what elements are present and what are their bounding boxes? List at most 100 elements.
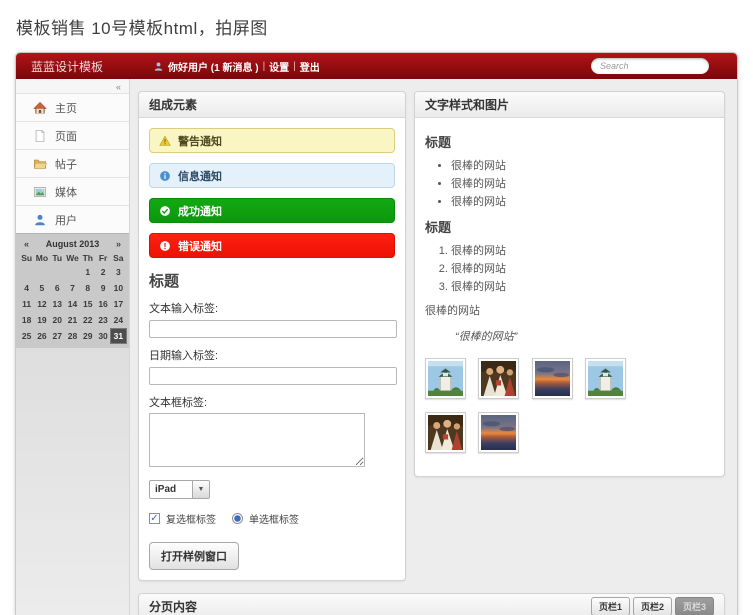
- calendar-day[interactable]: 1: [80, 265, 95, 279]
- calendar-day[interactable]: 7: [65, 281, 80, 295]
- calendar-day[interactable]: 11: [19, 297, 34, 311]
- logout-link[interactable]: 登出: [300, 59, 320, 74]
- posts-icon: [33, 157, 47, 171]
- calendar-day[interactable]: 25: [19, 329, 34, 343]
- success-icon: [159, 205, 171, 217]
- calendar-day[interactable]: 2: [95, 265, 110, 279]
- calendar-day[interactable]: 30: [95, 329, 110, 343]
- calendar-weekday: Fr: [95, 251, 110, 265]
- tab-button-1[interactable]: 页栏1: [591, 597, 630, 615]
- calendar-day[interactable]: 26: [34, 329, 49, 343]
- thumbnail-sunset-photo[interactable]: [478, 412, 519, 453]
- tab-button-3[interactable]: 页栏3: [675, 597, 714, 615]
- calendar-day: [34, 265, 49, 279]
- page-icon: [33, 129, 47, 143]
- calendar-day[interactable]: 18: [19, 313, 34, 327]
- form-heading: 标题: [149, 270, 395, 291]
- calendar-day[interactable]: 9: [95, 281, 110, 295]
- alert-label: 信息通知: [178, 168, 222, 184]
- calendar-day[interactable]: 10: [111, 281, 126, 295]
- media-icon: [33, 185, 47, 199]
- calendar-day[interactable]: 6: [50, 281, 65, 295]
- checkbox[interactable]: ✓: [149, 513, 160, 524]
- alert-label: 成功通知: [178, 203, 222, 219]
- radio-button[interactable]: [232, 513, 243, 524]
- alert-label: 警告通知: [178, 133, 222, 149]
- list-item: 很棒的网站: [451, 260, 714, 276]
- text-input[interactable]: [149, 320, 397, 338]
- divider: |: [263, 61, 266, 72]
- open-modal-button[interactable]: 打开样例窗口: [149, 542, 239, 570]
- sidebar-item-pages[interactable]: 页面: [16, 121, 129, 149]
- calendar-day[interactable]: 15: [80, 297, 95, 311]
- thumbnail-people-photo[interactable]: [425, 412, 466, 453]
- alert-label: 错误通知: [178, 238, 222, 254]
- calendar-weekday: Sa: [111, 251, 126, 265]
- calendar-day[interactable]: 5: [34, 281, 49, 295]
- info-icon: [159, 170, 171, 182]
- sidebar: « 主页 页面 帖子 媒体 用户: [16, 79, 130, 615]
- calendar-day[interactable]: 16: [95, 297, 110, 311]
- tab-set: 页栏1 页栏2 页栏3: [591, 597, 714, 615]
- calendar-weekday: Su: [19, 251, 34, 265]
- alert-warning[interactable]: 警告通知: [149, 128, 395, 153]
- calendar-day[interactable]: 3: [111, 265, 126, 279]
- calendar-day[interactable]: 31: [111, 329, 126, 343]
- calendar-day[interactable]: 27: [50, 329, 65, 343]
- calendar-next-button[interactable]: »: [116, 239, 121, 249]
- paragraph-text: 很棒的网站: [425, 302, 714, 318]
- date-input[interactable]: [149, 367, 397, 385]
- home-icon: [33, 101, 47, 115]
- calendar-day[interactable]: 4: [19, 281, 34, 295]
- calendar-prev-button[interactable]: «: [24, 239, 29, 249]
- textarea-field[interactable]: [149, 413, 365, 467]
- section-heading: 标题: [425, 132, 714, 151]
- calendar-day[interactable]: 19: [34, 313, 49, 327]
- sidebar-item-home[interactable]: 主页: [16, 93, 129, 121]
- thumbnail-sunset-photo[interactable]: [532, 358, 573, 399]
- alert-info[interactable]: 信息通知: [149, 163, 395, 188]
- calendar-day[interactable]: 23: [95, 313, 110, 327]
- sidebar-item-label: 用户: [55, 212, 77, 228]
- thumbnail-castle-photo[interactable]: [585, 358, 626, 399]
- alert-error[interactable]: 错误通知: [149, 233, 395, 258]
- calendar-grid: 1234567891011121314151617181920212223242…: [19, 265, 126, 343]
- warning-icon: [159, 135, 171, 147]
- list-item: 很棒的网站: [451, 278, 714, 294]
- sidebar-item-label: 主页: [55, 100, 77, 116]
- calendar-day[interactable]: 28: [65, 329, 80, 343]
- calendar-day[interactable]: 12: [34, 297, 49, 311]
- main-content: 组成元素 警告通知 信息通知 成功通知: [130, 79, 737, 615]
- panel-title: 组成元素: [149, 96, 197, 113]
- textarea-label: 文本框标签:: [149, 394, 395, 410]
- user-greeting-link[interactable]: 你好用户 (1 新消息 ): [168, 59, 259, 74]
- divider: |: [293, 61, 296, 72]
- sidebar-collapse-button[interactable]: «: [16, 79, 129, 93]
- calendar-day[interactable]: 13: [50, 297, 65, 311]
- calendar-day[interactable]: 14: [65, 297, 80, 311]
- sidebar-item-users[interactable]: 用户: [16, 205, 129, 233]
- calendar-day[interactable]: 24: [111, 313, 126, 327]
- calendar-day[interactable]: 22: [80, 313, 95, 327]
- settings-link[interactable]: 设置: [269, 59, 289, 74]
- device-select[interactable]: iPad ▼: [149, 480, 210, 499]
- thumbnail-castle-photo[interactable]: [425, 358, 466, 399]
- panel-title: 分页内容: [149, 598, 197, 615]
- sidebar-item-media[interactable]: 媒体: [16, 177, 129, 205]
- calendar-day[interactable]: 29: [80, 329, 95, 343]
- thumbnail-people-photo[interactable]: [478, 358, 519, 399]
- calendar-day[interactable]: 17: [111, 297, 126, 311]
- alert-success[interactable]: 成功通知: [149, 198, 395, 223]
- sidebar-filler: [16, 348, 129, 615]
- calendar-day[interactable]: 8: [80, 281, 95, 295]
- select-value: iPad: [150, 481, 192, 498]
- sidebar-item-posts[interactable]: 帖子: [16, 149, 129, 177]
- user-icon: [33, 213, 47, 227]
- error-icon: [159, 240, 171, 252]
- calendar-day[interactable]: 21: [65, 313, 80, 327]
- checkbox-label: 复选框标签: [166, 511, 216, 526]
- page-title: 模板销售 10号模板html，拍屏图: [16, 14, 268, 39]
- search-input[interactable]: [591, 58, 709, 74]
- tab-button-2[interactable]: 页栏2: [633, 597, 672, 615]
- calendar-day[interactable]: 20: [50, 313, 65, 327]
